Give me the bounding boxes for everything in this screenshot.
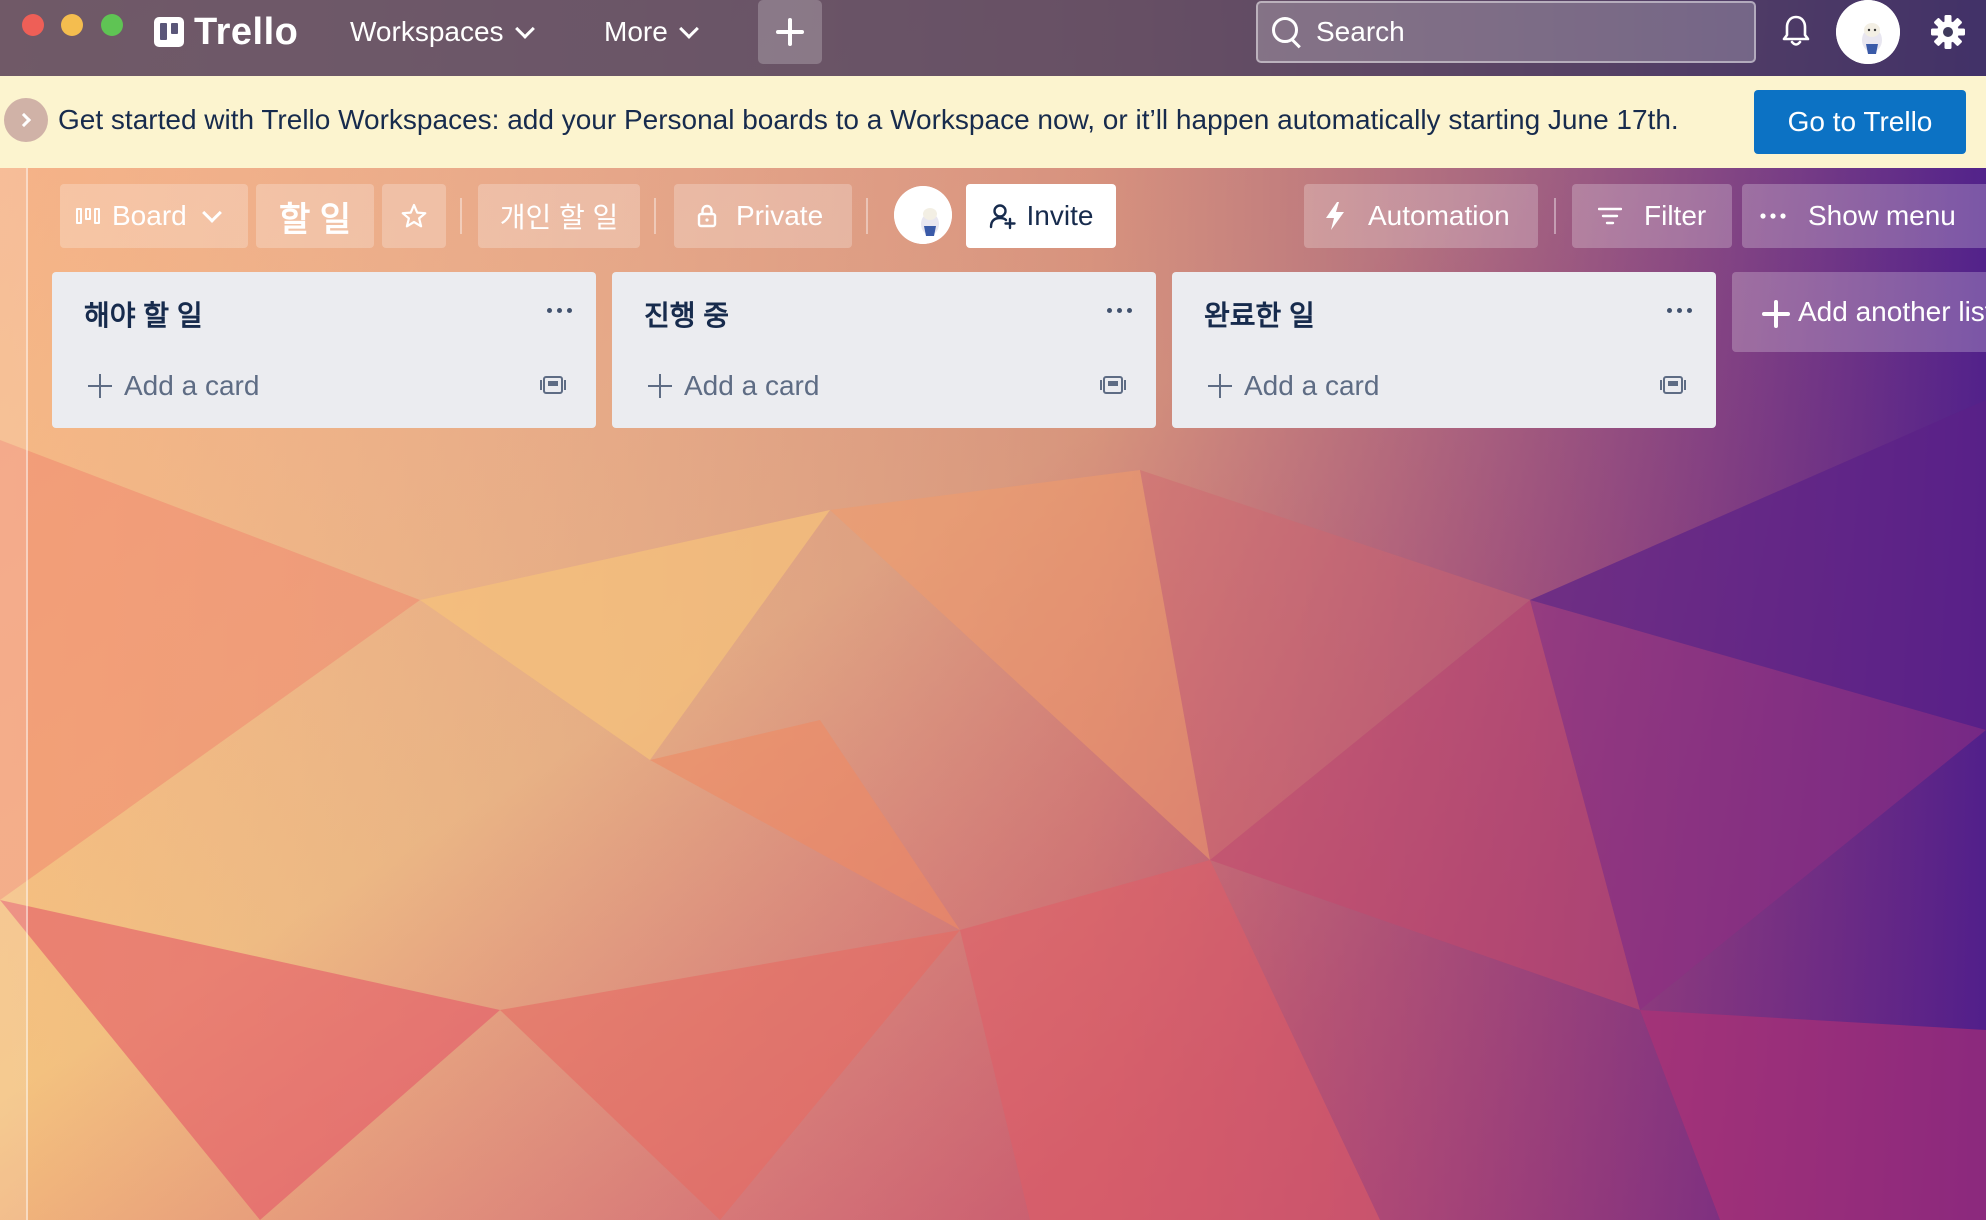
- board-header: Board 할 일 개인 할 일 Private Invite Automati…: [0, 168, 1986, 264]
- plus-icon: [1762, 300, 1790, 328]
- top-navigation-bar: Trello Workspaces More: [0, 0, 1986, 76]
- lightning-icon: [1326, 202, 1344, 230]
- divider: [654, 198, 656, 234]
- star-icon: [401, 203, 427, 228]
- card-template-icon[interactable]: [1660, 372, 1686, 398]
- filter-button[interactable]: Filter: [1572, 184, 1732, 248]
- show-menu-label: Show menu: [1808, 200, 1956, 231]
- gear-icon[interactable]: [1930, 14, 1966, 50]
- list-to-do: 해야 할 일 Add a card: [52, 272, 596, 428]
- window-zoom-button[interactable]: [101, 14, 123, 36]
- chevron-down-icon: [201, 203, 222, 223]
- bell-icon[interactable]: [1781, 14, 1811, 48]
- board-view-switcher[interactable]: Board: [60, 184, 248, 248]
- trello-home-link[interactable]: Trello: [154, 10, 299, 53]
- list-actions-menu-icon[interactable]: [1667, 308, 1692, 313]
- list-title[interactable]: 완료한 일: [1204, 294, 1315, 334]
- automation-label: Automation: [1368, 200, 1510, 231]
- invite-button[interactable]: Invite: [966, 184, 1116, 248]
- list-actions-menu-icon[interactable]: [1107, 308, 1132, 313]
- add-card-button[interactable]: Add a card: [648, 366, 819, 406]
- card-template-icon[interactable]: [1100, 372, 1126, 398]
- add-another-list-button[interactable]: Add another list: [1732, 272, 1986, 352]
- filter-label: Filter: [1644, 200, 1707, 231]
- more-menu-button[interactable]: More: [604, 12, 699, 52]
- add-list-label: Add another list: [1798, 296, 1986, 327]
- add-card-label: Add a card: [1244, 370, 1380, 401]
- board-title[interactable]: 할 일: [256, 184, 374, 248]
- window-minimize-button[interactable]: [61, 14, 83, 36]
- list-actions-menu-icon[interactable]: [547, 308, 572, 313]
- plus-icon: [776, 18, 804, 46]
- automation-button[interactable]: Automation: [1304, 184, 1538, 248]
- more-label: More: [604, 16, 668, 47]
- list-title[interactable]: 해야 할 일: [84, 294, 203, 334]
- plus-icon: [1208, 374, 1232, 398]
- banner-message: Get started with Trello Workspaces: add …: [58, 104, 1679, 135]
- add-card-button[interactable]: Add a card: [88, 366, 259, 406]
- board-view-label: Board: [112, 200, 187, 231]
- go-to-trello-button[interactable]: Go to Trello: [1754, 90, 1966, 154]
- search-icon: [1272, 17, 1302, 47]
- lock-icon: [697, 204, 717, 228]
- divider: [1554, 198, 1556, 234]
- plus-icon: [648, 374, 672, 398]
- list-done: 완료한 일 Add a card: [1172, 272, 1716, 428]
- trello-logo-icon: [154, 17, 184, 47]
- divider: [460, 198, 462, 234]
- workspace-button[interactable]: 개인 할 일: [478, 184, 640, 248]
- chevron-down-icon: [514, 19, 535, 39]
- chevron-right-icon: [16, 112, 32, 128]
- list-in-progress: 진행 중 Add a card: [612, 272, 1156, 428]
- star-board-button[interactable]: [382, 184, 446, 248]
- board-view-icon: [76, 208, 100, 224]
- filter-icon: [1598, 207, 1622, 225]
- search-box[interactable]: [1256, 1, 1756, 63]
- member-avatar[interactable]: [894, 186, 952, 244]
- invite-label: Invite: [1026, 200, 1094, 231]
- show-menu-button[interactable]: Show menu: [1742, 184, 1986, 248]
- add-person-icon: [989, 204, 1016, 230]
- sidebar-collapsed-strip: [0, 168, 28, 1220]
- more-dots-icon: [1760, 213, 1786, 219]
- add-card-button[interactable]: Add a card: [1208, 366, 1379, 406]
- list-title[interactable]: 진행 중: [644, 294, 729, 334]
- avatar[interactable]: [1836, 0, 1900, 64]
- member-avatar-illustration: [894, 186, 952, 244]
- add-card-label: Add a card: [684, 370, 820, 401]
- search-input[interactable]: [1316, 16, 1716, 48]
- plus-icon: [88, 374, 112, 398]
- window-close-button[interactable]: [22, 14, 44, 36]
- add-card-label: Add a card: [124, 370, 260, 401]
- logo-text: Trello: [194, 10, 299, 53]
- avatar-illustration: [1836, 0, 1900, 64]
- workspaces-label: Workspaces: [350, 16, 504, 47]
- workspace-announcement-banner: Get started with Trello Workspaces: add …: [0, 76, 1986, 168]
- visibility-label: Private: [736, 200, 824, 231]
- chevron-down-icon: [678, 19, 699, 39]
- visibility-button[interactable]: Private: [674, 184, 852, 248]
- workspaces-menu-button[interactable]: Workspaces: [350, 12, 535, 52]
- create-button[interactable]: [758, 0, 822, 64]
- divider: [866, 198, 868, 234]
- card-template-icon[interactable]: [540, 372, 566, 398]
- sidebar-expand-button[interactable]: [4, 98, 48, 142]
